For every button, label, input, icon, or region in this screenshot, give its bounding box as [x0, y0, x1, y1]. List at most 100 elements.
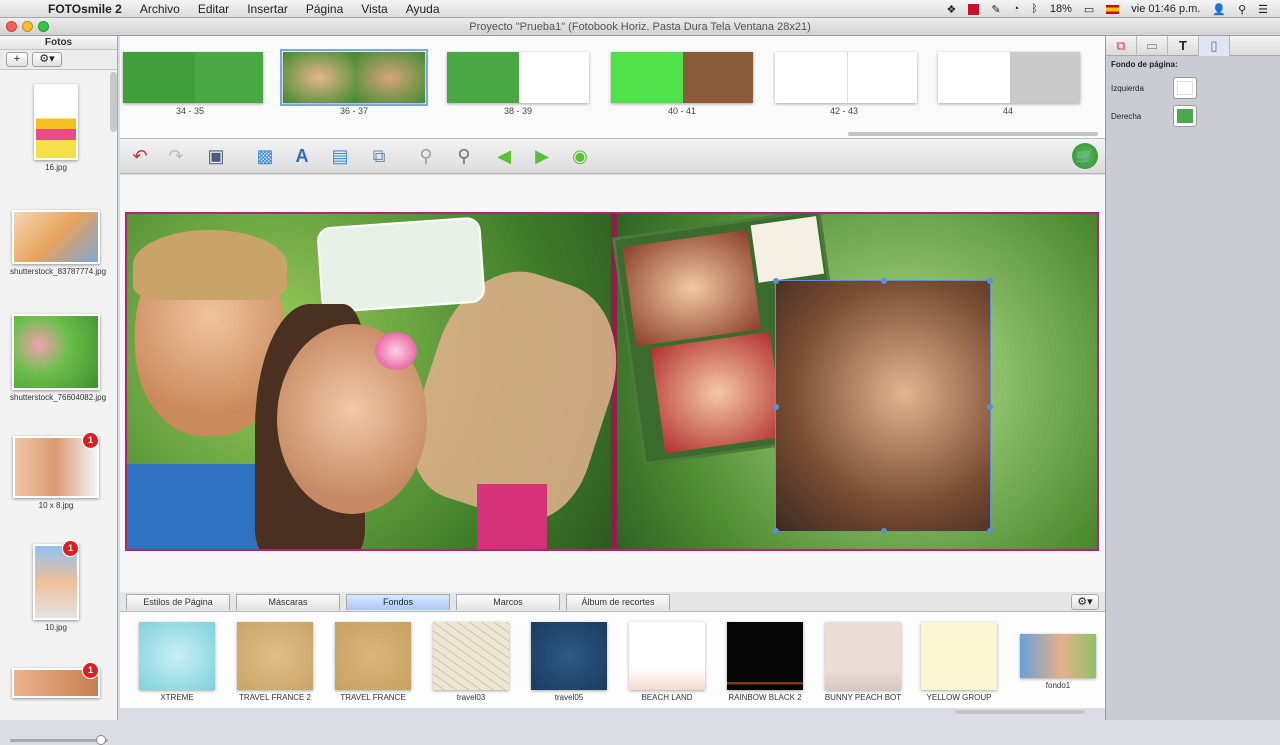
next-page-icon[interactable]: ▶	[530, 145, 554, 167]
page-thumb[interactable]	[447, 52, 589, 103]
background-item[interactable]: TRAVEL FRANCE 2	[236, 622, 314, 702]
background-swatch[interactable]	[921, 622, 997, 690]
resize-handle[interactable]	[773, 404, 779, 410]
background-swatch[interactable]	[825, 622, 901, 690]
minimize-window-button[interactable]	[22, 21, 33, 32]
clock[interactable]: vie 01:46 p.m.	[1131, 3, 1200, 15]
tab-estilos[interactable]: Estilos de Página	[126, 594, 230, 610]
zoom-in-icon[interactable]: ⚲	[452, 145, 476, 167]
resize-handle[interactable]	[987, 528, 993, 534]
background-swatch[interactable]	[335, 622, 411, 690]
tools-icon[interactable]: ✎	[991, 3, 1000, 16]
tab-marcos[interactable]: Marcos	[456, 594, 560, 610]
photo-thumbnail[interactable]	[12, 210, 100, 264]
page-thumb[interactable]	[611, 52, 753, 103]
close-window-button[interactable]	[6, 21, 17, 32]
slider-knob[interactable]	[96, 735, 106, 745]
background-swatch[interactable]	[629, 622, 705, 690]
resize-handle[interactable]	[773, 528, 779, 534]
library-gear-button[interactable]: ⚙▾	[1071, 594, 1099, 610]
backgrounds-scrollbar[interactable]	[955, 710, 1085, 714]
tab-fondos[interactable]: Fondos	[346, 594, 450, 610]
dropbox-icon[interactable]: ❖	[946, 3, 956, 16]
notifications-icon[interactable]: ☰	[1258, 3, 1268, 16]
selected-photo-frame[interactable]	[773, 278, 993, 534]
background-item[interactable]: XTREME	[138, 622, 216, 702]
inspector-tab-frame[interactable]: ▭	[1137, 36, 1168, 56]
photo-thumbnail[interactable]	[34, 84, 78, 160]
photos-gear-button[interactable]: ⚙▾	[32, 52, 62, 67]
background-item[interactable]: fondo1	[1019, 622, 1097, 690]
flag-icon[interactable]	[1106, 4, 1120, 14]
background-item[interactable]: BEACH LAND	[628, 622, 706, 702]
resize-handle[interactable]	[881, 278, 887, 284]
background-item[interactable]: TRAVEL FRANCE	[334, 622, 412, 702]
resize-handle[interactable]	[987, 278, 993, 284]
photo-item[interactable]: 16.jpg	[10, 84, 102, 172]
undo-icon[interactable]: ↶	[128, 145, 152, 167]
tab-mascaras[interactable]: Máscaras	[236, 594, 340, 610]
user-icon[interactable]: 👤	[1212, 3, 1226, 16]
background-swatch[interactable]	[237, 622, 313, 690]
replace-photo-icon[interactable]: ⧉	[367, 145, 391, 167]
pages-strip-scrollbar[interactable]	[848, 132, 1098, 136]
tab-album-recortes[interactable]: Álbum de recortes	[566, 594, 670, 610]
menu-vista[interactable]: Vista	[361, 2, 387, 16]
background-item[interactable]: YELLOW GROUP	[920, 622, 998, 702]
background-swatch[interactable]	[433, 622, 509, 690]
background-swatch[interactable]	[1020, 634, 1096, 678]
photo-item[interactable]: shutterstock_76604082.jpg	[10, 314, 106, 402]
page-thumb[interactable]	[938, 52, 1080, 103]
add-clipart-icon[interactable]: ▤	[328, 145, 352, 167]
left-page[interactable]	[127, 214, 640, 549]
right-color-well[interactable]	[1173, 105, 1197, 127]
zoom-window-button[interactable]	[38, 21, 49, 32]
photos-scrollbar[interactable]	[110, 72, 117, 132]
play-icon[interactable]: ◉	[568, 145, 592, 167]
cart-icon[interactable]: 🛒	[1072, 143, 1098, 169]
book-spread[interactable]	[125, 212, 1099, 551]
menu-editar[interactable]: Editar	[198, 2, 229, 16]
resize-handle[interactable]	[881, 528, 887, 534]
photo-item[interactable]: 1	[10, 662, 102, 698]
background-item[interactable]: travel03	[432, 622, 510, 702]
menu-ayuda[interactable]: Ayuda	[406, 2, 440, 16]
save-icon[interactable]: ▣	[204, 145, 228, 167]
zoom-out-icon[interactable]: ⚲	[414, 145, 438, 167]
background-item[interactable]: BUNNY PEACH BOT	[824, 622, 902, 702]
left-color-well[interactable]	[1173, 77, 1197, 99]
menu-archivo[interactable]: Archivo	[140, 2, 180, 16]
bluetooth-icon[interactable]: ᛒ	[1031, 3, 1038, 15]
page-thumb[interactable]	[775, 52, 917, 103]
add-text-icon[interactable]: A	[290, 145, 314, 167]
background-swatch[interactable]	[531, 622, 607, 690]
inspector-tab-photo[interactable]: ⧉	[1106, 36, 1137, 56]
resize-handle[interactable]	[773, 278, 779, 284]
background-swatch[interactable]	[139, 622, 215, 690]
background-item[interactable]: RAINBOW BLACK 2	[726, 622, 804, 702]
background-swatch[interactable]	[727, 622, 803, 690]
photo-item[interactable]: 10.jpg 1	[10, 540, 102, 632]
menu-insertar[interactable]: Insertar	[247, 2, 288, 16]
right-page[interactable]	[612, 214, 1097, 549]
redo-icon[interactable]: ↷	[164, 145, 188, 167]
add-photo-icon[interactable]: ▩	[253, 145, 277, 167]
app-menu[interactable]: FOTOsmile 2	[48, 2, 122, 16]
page-thumb-selected[interactable]	[280, 49, 428, 106]
battery-level[interactable]: 18%	[1050, 3, 1072, 15]
app-status-icon[interactable]	[968, 3, 980, 15]
photo-item[interactable]: shutterstock_83787774.jpg	[10, 210, 106, 276]
resize-handle[interactable]	[987, 404, 993, 410]
background-item[interactable]: travel05	[530, 622, 608, 702]
photo-item[interactable]: 10 x 8.jpg 1	[10, 432, 102, 510]
prev-page-icon[interactable]: ◀	[492, 145, 516, 167]
inspector-tab-text[interactable]: T	[1168, 36, 1199, 56]
page-thumb[interactable]	[123, 52, 263, 103]
spotlight-icon[interactable]: ⚲	[1238, 3, 1246, 16]
inspector-tab-page[interactable]: ▯	[1199, 36, 1230, 56]
wifi-icon[interactable]: ◔	[1013, 3, 1020, 15]
menu-pagina[interactable]: Página	[306, 2, 343, 16]
photo-thumbnail[interactable]	[12, 314, 100, 390]
add-photo-button[interactable]: +	[6, 52, 28, 67]
thumbnail-size-slider[interactable]	[10, 735, 108, 745]
